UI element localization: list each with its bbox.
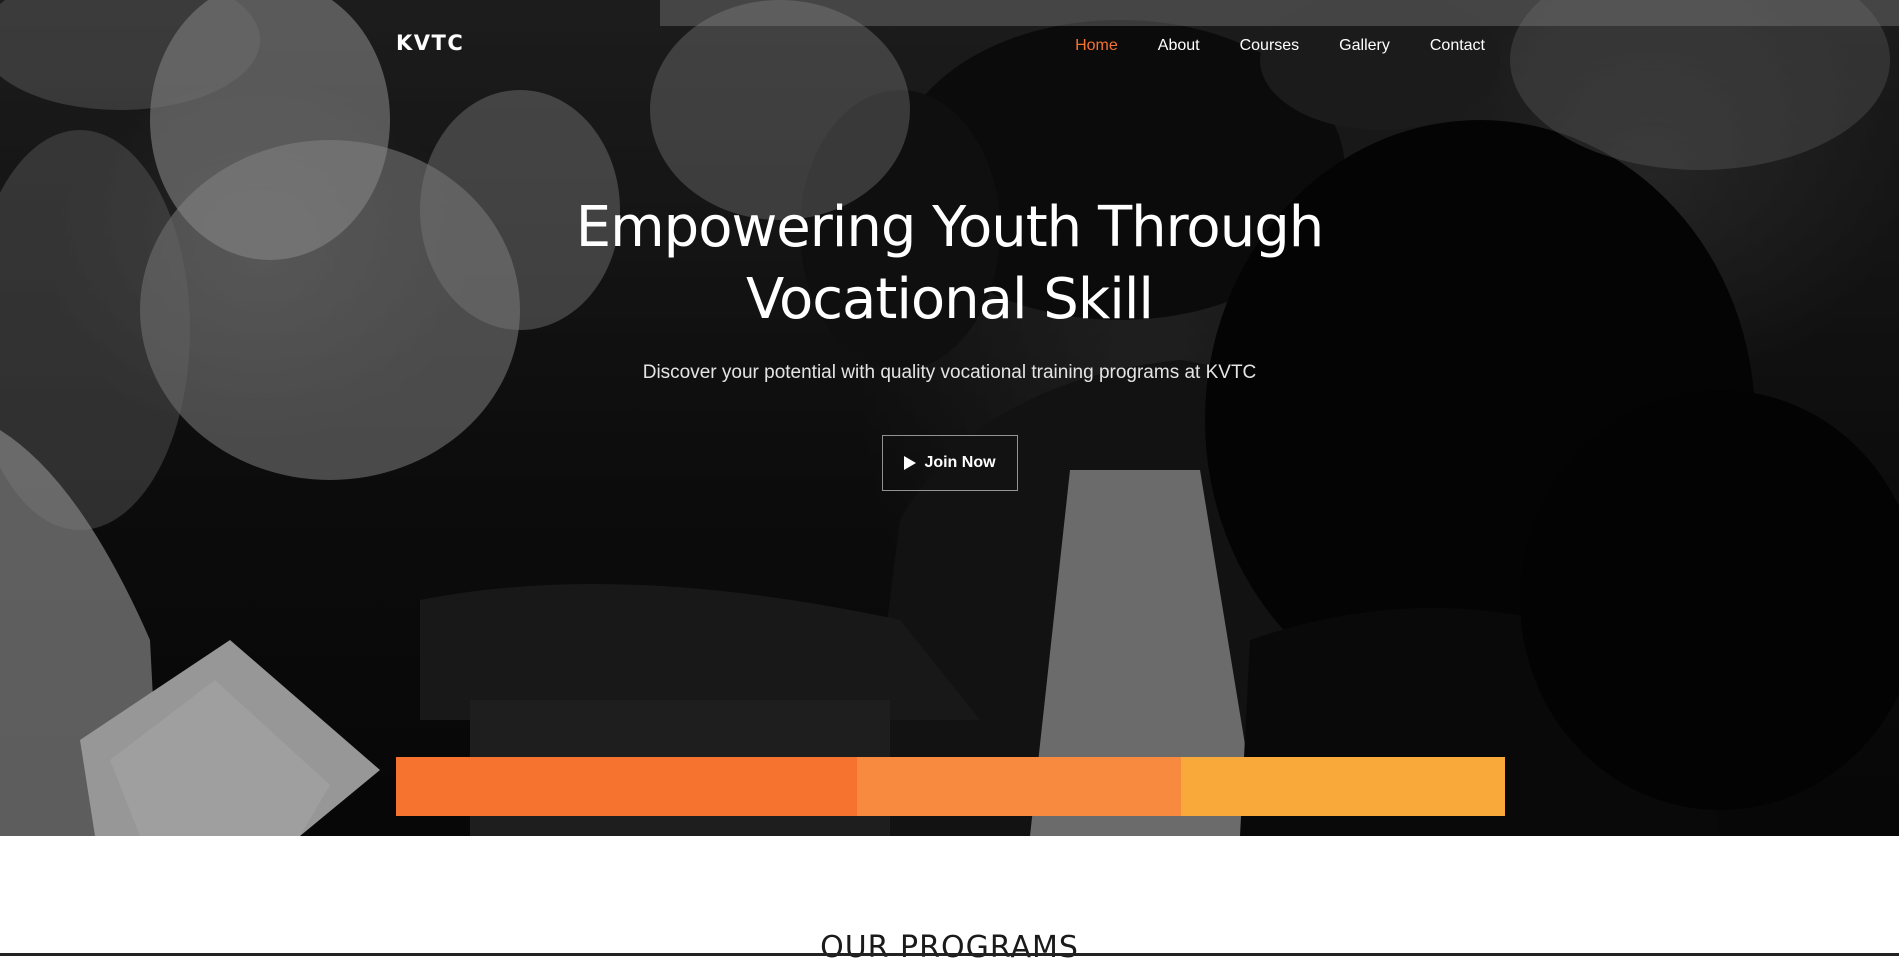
- color-bar-segment-1: [396, 757, 857, 816]
- color-accent-bar: [396, 757, 1505, 816]
- nav-link-contact[interactable]: Contact: [1430, 37, 1485, 54]
- hero-content: Empowering Youth Through Vocational Skil…: [0, 192, 1899, 384]
- nav-link-about[interactable]: About: [1158, 37, 1200, 54]
- color-bar-segment-2: [857, 757, 1181, 816]
- join-now-label: Join Now: [924, 454, 996, 471]
- play-icon: [904, 456, 917, 470]
- hero-title: Empowering Youth Through Vocational Skil…: [575, 195, 1324, 332]
- nav-link-home[interactable]: Home: [1075, 37, 1118, 54]
- nav-link-courses[interactable]: Courses: [1240, 37, 1300, 54]
- top-navbar: KVTC Home About Courses Gallery Contact: [0, 0, 1899, 90]
- nav-item-about: About: [1158, 35, 1200, 55]
- color-bar-segment-3: [1181, 757, 1505, 816]
- hero-section: KVTC Home About Courses Gallery Contact …: [0, 0, 1899, 836]
- nav-item-courses: Courses: [1240, 35, 1300, 55]
- brand-logo[interactable]: KVTC: [396, 31, 464, 55]
- nav-links: Home About Courses Gallery Contact: [1075, 35, 1485, 55]
- programs-section: OUR PROGRAMS: [0, 930, 1899, 965]
- join-now-button[interactable]: Join Now: [882, 435, 1018, 491]
- nav-item-contact: Contact: [1430, 35, 1485, 55]
- programs-title: OUR PROGRAMS: [820, 930, 1079, 965]
- nav-item-gallery: Gallery: [1339, 35, 1390, 55]
- hero-overlay: [0, 0, 1899, 836]
- nav-link-gallery[interactable]: Gallery: [1339, 37, 1390, 54]
- hero-subtitle: Discover your potential with quality voc…: [642, 362, 1257, 383]
- nav-item-home: Home: [1075, 35, 1118, 55]
